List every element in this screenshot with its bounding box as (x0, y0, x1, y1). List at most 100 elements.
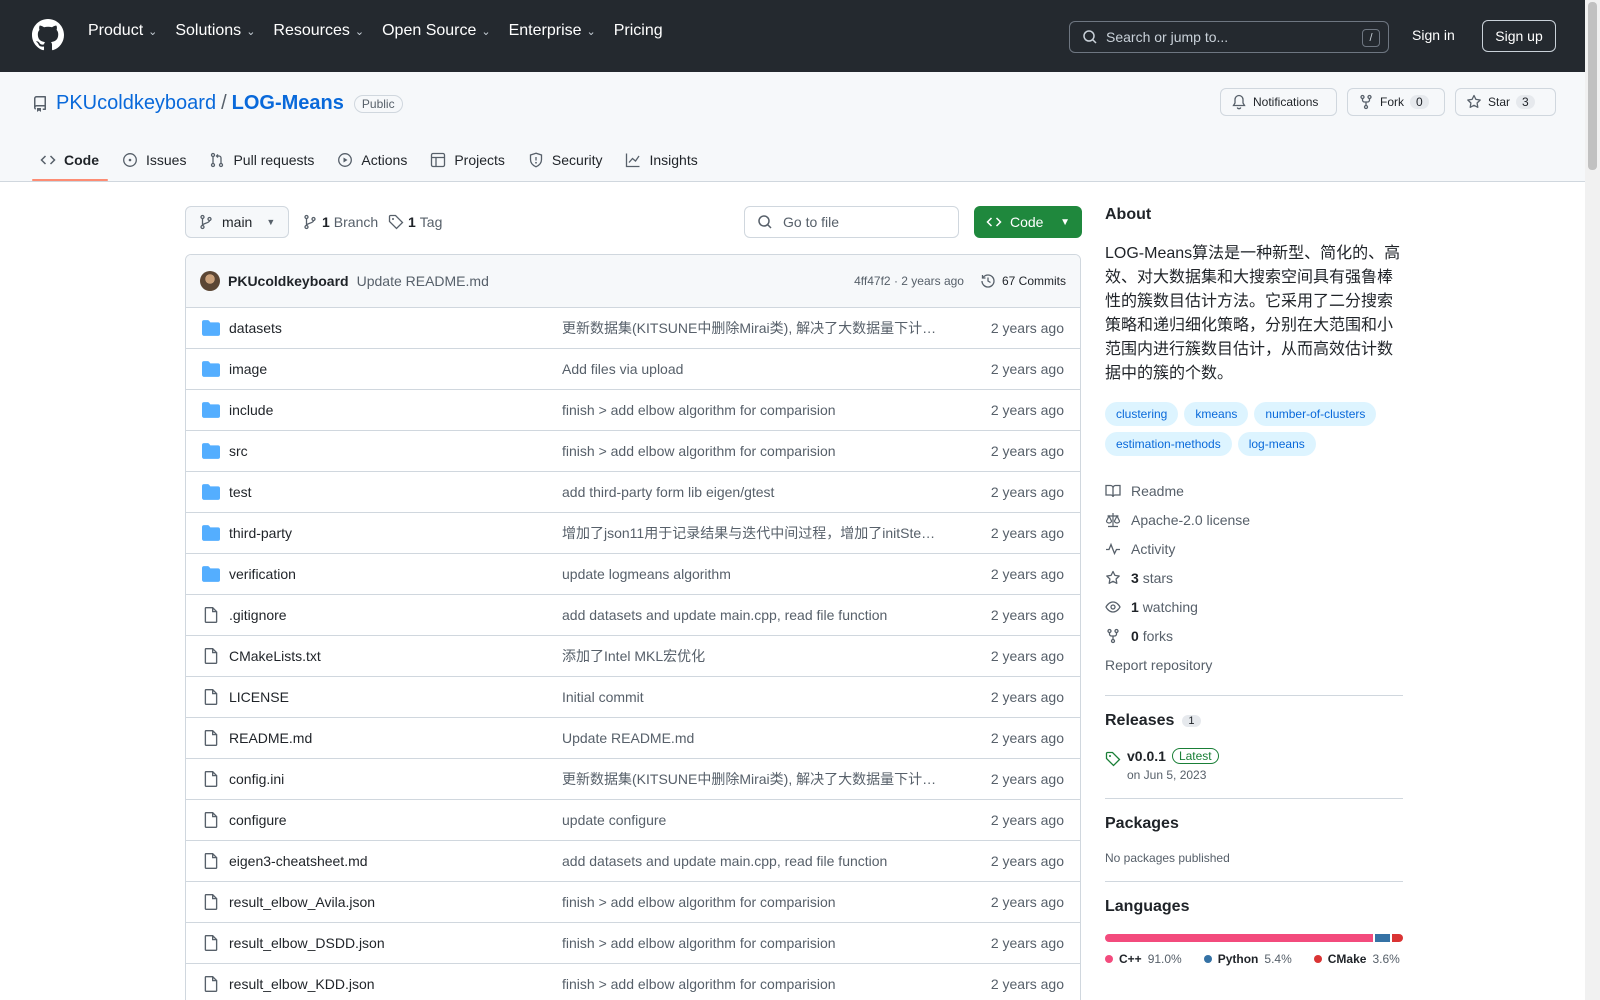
file-name-link[interactable]: test (229, 484, 562, 500)
file-commit-message-link[interactable]: add datasets and update main.cpp, read f… (562, 607, 939, 623)
avatar[interactable] (200, 271, 220, 291)
file-commit-message-link[interactable]: finish > add elbow algorithm for compari… (562, 402, 939, 418)
scrollbar-thumb[interactable] (1588, 2, 1597, 170)
language-item[interactable]: C++ 91.0% (1105, 952, 1182, 966)
nav-open-source[interactable]: Open Source ⌄ (382, 22, 491, 40)
search-input[interactable]: Search or jump to... / (1069, 21, 1389, 53)
file-name-link[interactable]: image (229, 361, 562, 377)
about-link-apache-2-0-license[interactable]: Apache-2.0 license (1105, 505, 1403, 534)
github-logo-icon[interactable] (32, 19, 64, 51)
branch-select-button[interactable]: main ▼ (185, 206, 289, 238)
topic-tag[interactable]: log-means (1237, 432, 1316, 456)
about-link-activity[interactable]: Activity (1105, 534, 1403, 563)
commit-message-link[interactable]: Update README.md (357, 273, 489, 289)
about-link-readme[interactable]: Readme (1105, 476, 1403, 505)
commit-count: 67 Commits (1001, 274, 1066, 288)
tab-insights[interactable]: Insights (617, 140, 706, 180)
go-to-file-input[interactable]: Go to file (744, 206, 959, 238)
about-heading: About (1105, 206, 1152, 223)
language-item[interactable]: CMake 3.6% (1313, 952, 1400, 966)
repo-name-link[interactable]: LOG-Means (232, 92, 344, 115)
nav-solutions[interactable]: Solutions ⌄ (175, 22, 255, 40)
about-link-text: 3 stars (1131, 570, 1173, 586)
file-name-link[interactable]: verification (229, 566, 562, 582)
repo-owner-link[interactable]: PKUcoldkeyboard (56, 92, 216, 115)
file-commit-message-link[interactable]: Initial commit (562, 689, 939, 705)
release-item[interactable]: v0.0.1 Latest on Jun 5, 2023 (1105, 748, 1403, 782)
file-commit-message-link[interactable]: Update README.md (562, 730, 939, 746)
report-repository-link[interactable]: Report repository (1105, 650, 1403, 679)
file-commit-date: 2 years ago (990, 361, 1064, 377)
tab-code[interactable]: Code (32, 140, 108, 181)
file-name-link[interactable]: config.ini (229, 771, 562, 787)
file-commit-message-link[interactable]: 更新数据集(KITSUNE中删除Mirai类), 解决了大数据量下计… (562, 769, 939, 789)
topic-tag[interactable]: number-of-clusters (1254, 402, 1377, 426)
nav-enterprise[interactable]: Enterprise ⌄ (509, 22, 596, 40)
page-scrollbar[interactable] (1585, 0, 1600, 1000)
commit-author-link[interactable]: PKUcoldkeyboard (228, 273, 349, 289)
file-commit-message-link[interactable]: 添加了Intel MKL宏优化 (562, 646, 939, 666)
file-name-link[interactable]: datasets (229, 320, 562, 336)
file-commit-message-link[interactable]: Add files via upload (562, 361, 939, 377)
fork-button[interactable]: Fork 0 (1347, 88, 1445, 116)
branches-link[interactable]: 1 Branch (302, 214, 378, 230)
file-name-link[interactable]: eigen3-cheatsheet.md (229, 853, 562, 869)
branch-label: Branch (333, 214, 379, 230)
star-label: Star (1488, 95, 1511, 109)
file-name-link[interactable]: src (229, 443, 562, 459)
nav-product[interactable]: Product ⌄ (88, 22, 157, 40)
file-name-link[interactable]: LICENSE (229, 689, 562, 705)
file-name-link[interactable]: README.md (229, 730, 562, 746)
file-commit-message-link[interactable]: update logmeans algorithm (562, 566, 939, 582)
issue-icon (122, 152, 138, 168)
file-name-link[interactable]: include (229, 402, 562, 418)
commits-link[interactable]: 67 Commits (980, 273, 1066, 289)
file-name-link[interactable]: result_elbow_DSDD.json (229, 935, 562, 951)
nav-pricing[interactable]: Pricing (614, 22, 663, 40)
nav-resources[interactable]: Resources ⌄ (273, 22, 364, 40)
file-icon (202, 852, 220, 870)
tab-pull-requests[interactable]: Pull requests (201, 140, 323, 180)
file-name-link[interactable]: result_elbow_Avila.json (229, 894, 562, 910)
packages-heading[interactable]: Packages (1105, 815, 1403, 833)
tab-issues[interactable]: Issues (114, 140, 195, 180)
file-name-link[interactable]: CMakeLists.txt (229, 648, 562, 664)
star-button[interactable]: Star 3 (1455, 88, 1556, 116)
about-link-watching[interactable]: 1 watching (1105, 592, 1403, 621)
table-icon (430, 152, 446, 168)
sign-up-button[interactable]: Sign up (1482, 20, 1556, 52)
file-row: datasets 更新数据集(KITSUNE中删除Mirai类), 解决了大数据量… (186, 308, 1080, 349)
commit-hash-date[interactable]: 4ff47f2 · 2 years ago (854, 274, 964, 288)
file-commit-message-link[interactable]: finish > add elbow algorithm for compari… (562, 935, 939, 951)
file-name-link[interactable]: configure (229, 812, 562, 828)
repository-tabs: Code Issues Pull requests Actions Projects Se… (32, 140, 713, 181)
sign-in-link[interactable]: Sign in (1412, 27, 1455, 43)
language-percent: 3.6% (1372, 952, 1400, 966)
file-commit-message-link[interactable]: add third-party form lib eigen/gtest (562, 484, 939, 500)
releases-heading[interactable]: Releases 1 (1105, 712, 1403, 730)
code-button[interactable]: Code ▼ (974, 206, 1082, 238)
language-item[interactable]: Python 5.4% (1203, 952, 1292, 966)
file-commit-message-link[interactable]: finish > add elbow algorithm for compari… (562, 976, 939, 992)
repo-sidebar: About LOG-Means算法是一种新型、简化的、高效、对大数据集和大搜索空… (1105, 206, 1403, 966)
file-commit-message-link[interactable]: 增加了json11用于记录结果与迭代中间过程，增加了initStep… (562, 523, 939, 543)
topic-tag[interactable]: estimation-methods (1105, 432, 1232, 456)
file-name-link[interactable]: result_elbow_KDD.json (229, 976, 562, 992)
file-commit-message-link[interactable]: finish > add elbow algorithm for compari… (562, 894, 939, 910)
file-name-link[interactable]: third-party (229, 525, 562, 541)
file-commit-message-link[interactable]: add datasets and update main.cpp, read f… (562, 853, 939, 869)
file-commit-message-link[interactable]: update configure (562, 812, 939, 828)
topic-tag[interactable]: kmeans (1184, 402, 1249, 426)
file-name-link[interactable]: .gitignore (229, 607, 562, 623)
tab-security[interactable]: Security (520, 140, 612, 180)
fork-icon (1105, 628, 1121, 644)
tab-actions[interactable]: Actions (329, 140, 416, 180)
tags-link[interactable]: 1 Tag (388, 214, 442, 230)
tab-projects[interactable]: Projects (422, 140, 514, 180)
about-link-forks[interactable]: 0 forks (1105, 621, 1403, 650)
file-commit-message-link[interactable]: finish > add elbow algorithm for compari… (562, 443, 939, 459)
notifications-button[interactable]: Notifications (1220, 88, 1337, 116)
topic-tag[interactable]: clustering (1105, 402, 1179, 426)
about-link-stars[interactable]: 3 stars (1105, 563, 1403, 592)
file-commit-message-link[interactable]: 更新数据集(KITSUNE中删除Mirai类), 解决了大数据量下计… (562, 318, 939, 338)
